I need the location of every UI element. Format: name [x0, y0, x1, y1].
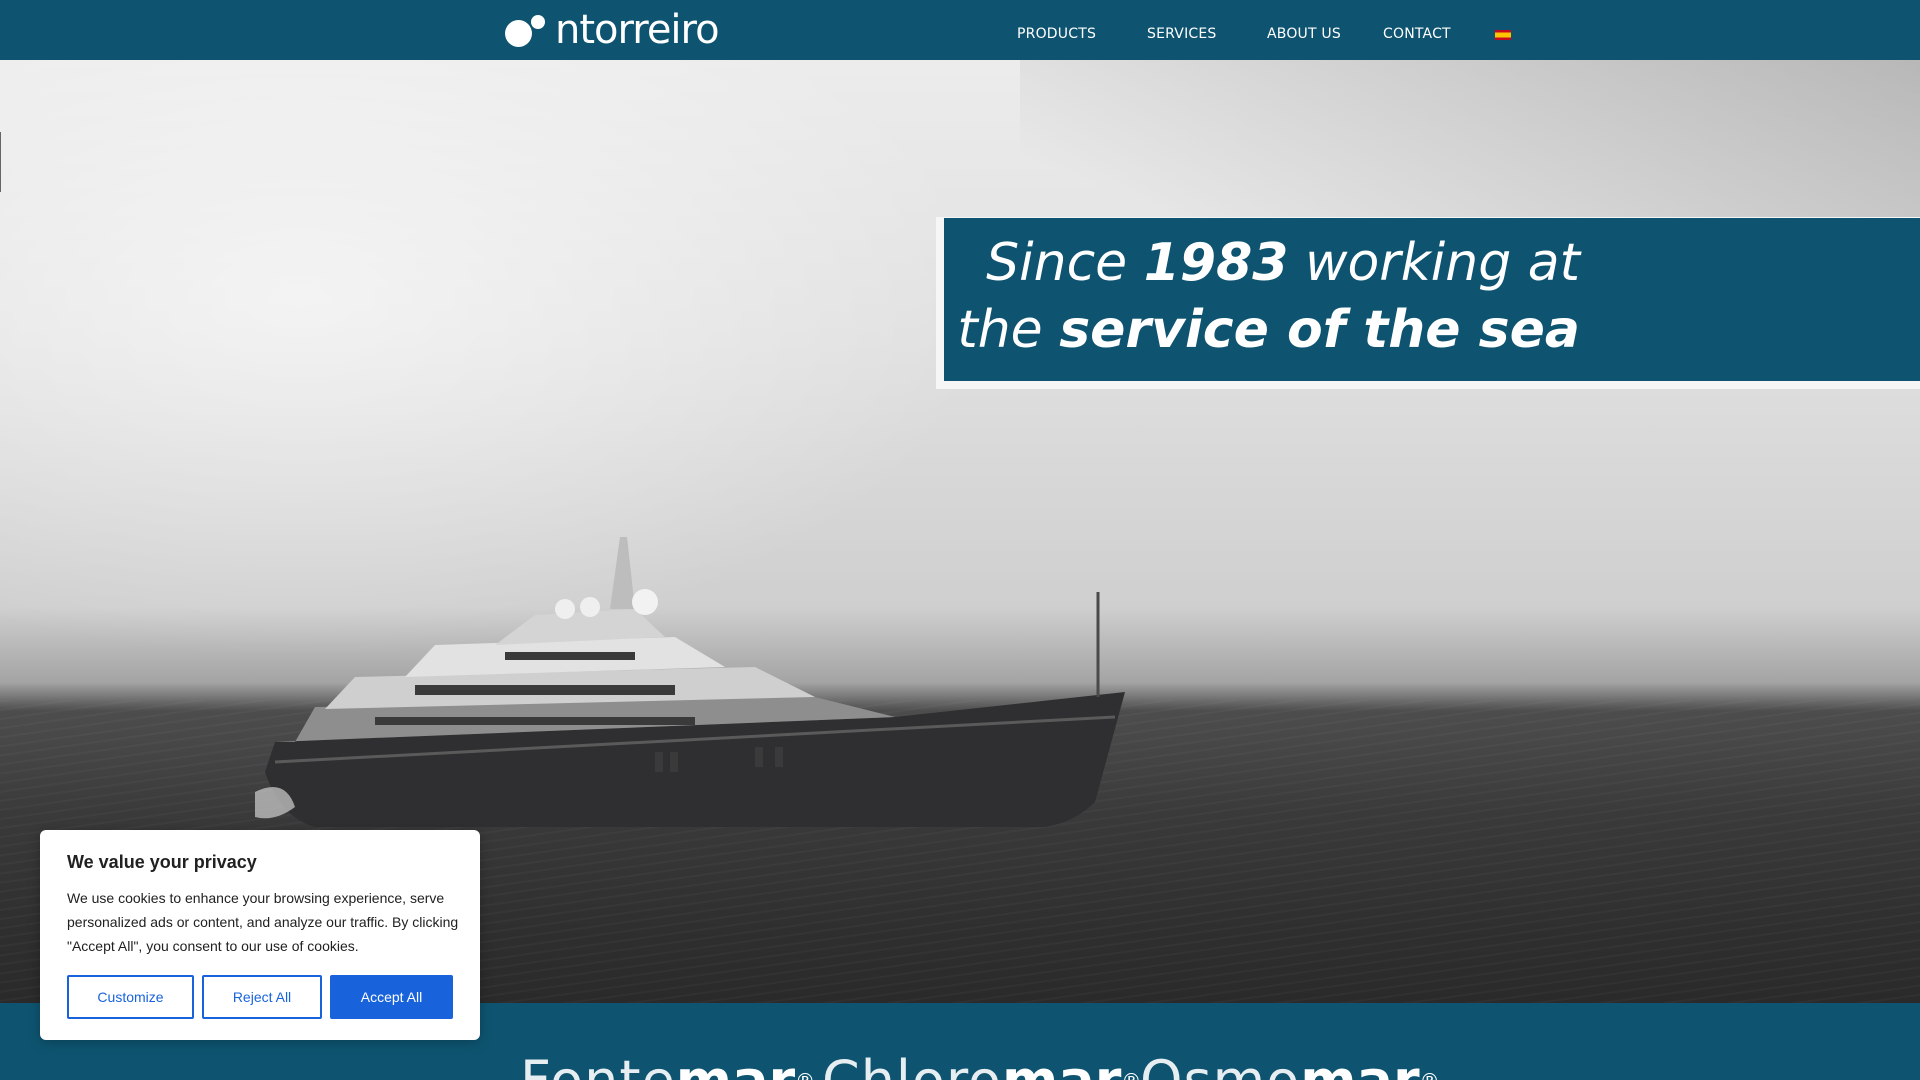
- brand-chloromar[interactable]: Chloromar®: [822, 1051, 1141, 1080]
- nav-contact[interactable]: CONTACT: [1383, 25, 1451, 43]
- cookie-text: We use cookies to enhance your browsing …: [67, 890, 459, 954]
- cookie-title: We value your privacy: [67, 852, 257, 872]
- brand-osmomar[interactable]: Osmomar®: [1140, 1051, 1440, 1080]
- tagline-line-1: Since 1983 working at: [986, 233, 1580, 293]
- brand-fontemar[interactable]: Fontemar®: [520, 1051, 815, 1080]
- cookie-consent-banner: We value your privacy We use cookies to …: [40, 830, 480, 1040]
- nav-services[interactable]: SERVICES: [1147, 25, 1217, 43]
- reject-all-button[interactable]: Reject All: [202, 975, 322, 1019]
- spain-flag-icon[interactable]: [1495, 30, 1511, 40]
- top-navigation-bar: ntorreiro PRODUCTS SERVICES ABOUT US CON…: [0, 0, 1920, 60]
- nav-about-us[interactable]: ABOUT US: [1267, 25, 1341, 43]
- edge-line: [0, 132, 1, 192]
- tagline-box: Since 1983 working at the service of the…: [944, 218, 1920, 381]
- nav-products[interactable]: PRODUCTS: [1017, 25, 1096, 43]
- customize-button[interactable]: Customize: [67, 975, 194, 1019]
- tagline-line-2: the service of the sea: [957, 300, 1580, 360]
- yacht-image: [255, 537, 1125, 827]
- accept-all-button[interactable]: Accept All: [330, 975, 453, 1019]
- main-menu: PRODUCTS SERVICES ABOUT US CONTACT: [0, 0, 1920, 60]
